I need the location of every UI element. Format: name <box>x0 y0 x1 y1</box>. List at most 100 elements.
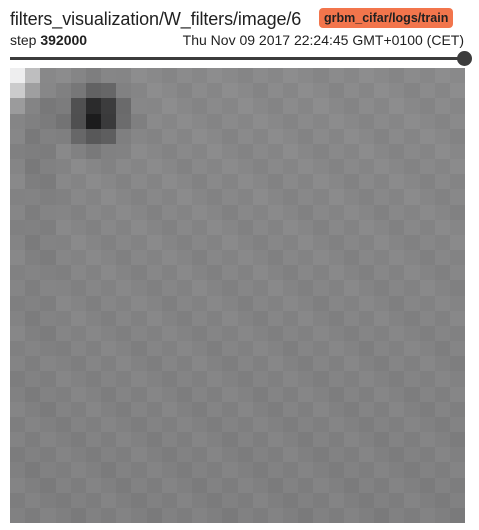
filter-pixel <box>283 159 299 175</box>
filter-pixel <box>389 462 405 478</box>
filter-pixel <box>404 477 420 493</box>
filter-pixel <box>283 325 299 342</box>
filter-pixel <box>298 432 314 448</box>
filter-pixel <box>131 356 147 372</box>
filter-pixel <box>192 492 208 508</box>
filter-pixel <box>161 219 177 235</box>
filter-pixel <box>161 492 177 508</box>
filter-pixel <box>237 250 253 266</box>
filter-pixel <box>298 325 314 342</box>
filter-pixel <box>237 265 253 281</box>
filter-pixel <box>40 462 56 478</box>
filter-pixel <box>55 386 71 402</box>
filter-pixel <box>146 250 162 266</box>
filter-pixel <box>146 83 162 99</box>
filter-pixel <box>449 204 465 220</box>
filter-pixel <box>283 113 299 129</box>
filter-pixel <box>267 128 284 144</box>
filter-pixel <box>237 386 253 402</box>
filter-pixel <box>131 325 147 342</box>
filter-pixel <box>207 356 223 372</box>
filter-pixel <box>404 492 420 508</box>
filter-pixel <box>298 401 314 417</box>
filter-pixel <box>101 250 117 266</box>
filter-pixel <box>101 159 117 175</box>
filter-pixel <box>313 143 329 160</box>
filter-pixel <box>207 432 223 448</box>
filter-pixel <box>328 462 344 478</box>
filter-pixel <box>343 492 359 508</box>
filter-pixel <box>283 83 299 99</box>
filter-pixel <box>283 219 299 235</box>
filter-pixel <box>419 416 435 433</box>
filter-pixel <box>283 280 299 296</box>
filter-pixel <box>358 234 375 251</box>
filter-pixel <box>389 310 405 326</box>
filter-pixel <box>192 159 208 175</box>
filter-pixel <box>374 507 390 523</box>
filter-pixel <box>252 113 268 129</box>
filter-pixel <box>192 280 208 296</box>
filter-pixel <box>404 295 420 311</box>
filter-pixel <box>298 356 314 372</box>
filter-pixel <box>10 447 26 463</box>
filter-pixel <box>40 371 56 387</box>
filter-pixel <box>222 250 238 266</box>
image-card: filters_visualization/W_filters/image/6 … <box>0 0 479 530</box>
filter-pixel <box>70 83 86 99</box>
filter-pixel <box>131 250 147 266</box>
filter-pixel <box>10 310 26 326</box>
filter-pixel <box>313 356 329 372</box>
filter-pixel <box>70 128 86 144</box>
filter-pixel <box>358 174 375 190</box>
filter-pixel <box>146 295 162 311</box>
filter-pixel <box>449 492 465 508</box>
step-slider[interactable] <box>10 51 472 66</box>
filter-pixel <box>449 280 465 296</box>
filter-pixel <box>328 295 344 311</box>
filter-pixel <box>298 341 314 357</box>
filter-pixel <box>374 401 390 417</box>
filter-pixel <box>40 295 56 311</box>
filter-pixel <box>267 295 284 311</box>
filter-pixel <box>116 83 132 99</box>
filter-pixel <box>434 234 450 251</box>
filter-pixel <box>374 386 390 402</box>
filter-pixel <box>146 356 162 372</box>
filter-pixel <box>252 128 268 144</box>
filter-pixel <box>222 295 238 311</box>
filter-pixel <box>389 416 405 433</box>
filter-pixel <box>222 416 238 433</box>
filter-pixel <box>343 219 359 235</box>
filter-pixel <box>419 447 435 463</box>
filter-pixel <box>313 371 329 387</box>
filter-pixel <box>343 416 359 433</box>
filter-pixel <box>10 462 26 478</box>
filter-pixel <box>192 477 208 493</box>
filter-pixel <box>55 492 71 508</box>
filter-pixel <box>283 174 299 190</box>
filter-pixel <box>116 371 132 387</box>
filter-pixel <box>116 507 132 523</box>
filter-pixel <box>419 295 435 311</box>
filter-pixel <box>313 159 329 175</box>
filter-pixel <box>358 143 375 160</box>
filter-pixel <box>116 447 132 463</box>
filter-pixel <box>313 174 329 190</box>
filter-pixel <box>55 204 71 220</box>
filter-pixel <box>404 189 420 205</box>
filter-pixel <box>25 432 41 448</box>
filter-pixel <box>131 341 147 357</box>
filter-pixel <box>70 462 86 478</box>
filter-pixel <box>313 341 329 357</box>
filter-pixel <box>404 310 420 326</box>
filter-pixel <box>146 432 162 448</box>
filter-pixel <box>131 219 147 235</box>
filter-pixel <box>434 265 450 281</box>
filter-pixel <box>267 447 284 463</box>
filter-pixel <box>40 68 56 84</box>
slider-track[interactable] <box>10 57 465 60</box>
filter-pixel <box>222 204 238 220</box>
filter-pixel <box>419 356 435 372</box>
slider-knob[interactable] <box>457 51 472 66</box>
